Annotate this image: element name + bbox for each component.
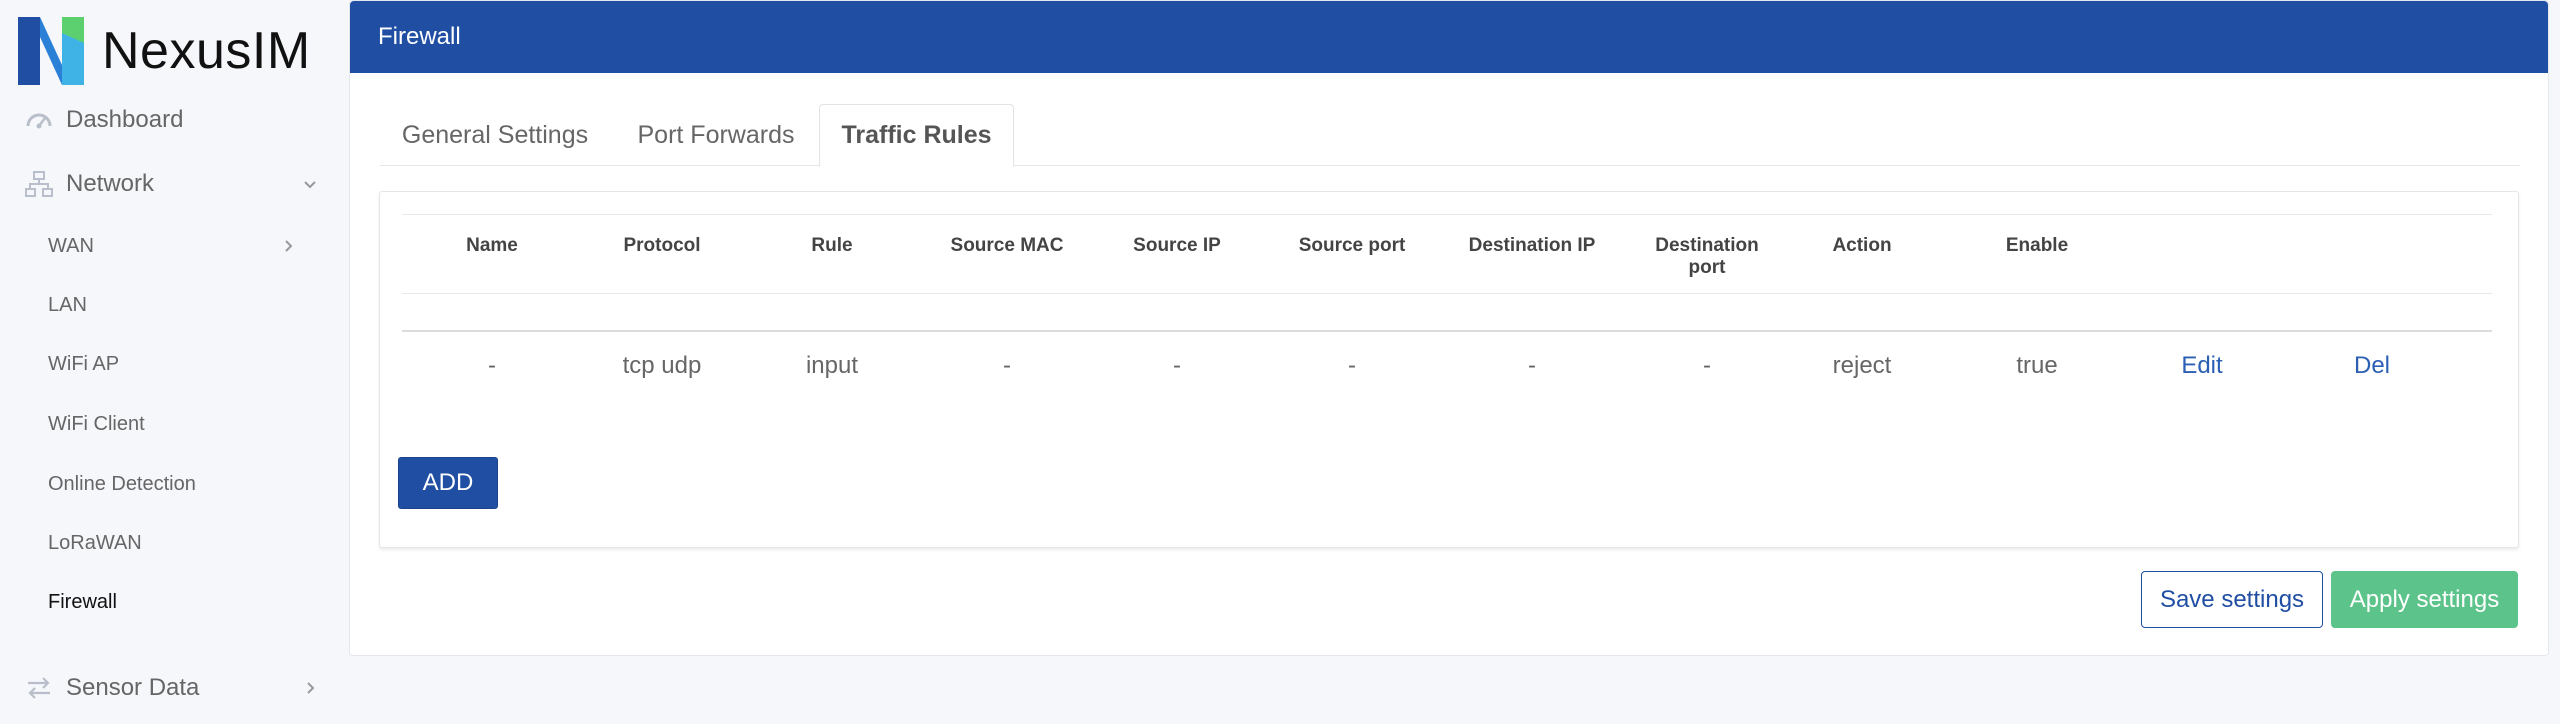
sidebar: NexusIM Dashboard Network WAN LAN WiFi A…: [0, 0, 350, 724]
chevron-right-icon: [300, 678, 320, 698]
edit-link[interactable]: Edit: [2152, 332, 2252, 400]
logo-mark-icon: [16, 13, 92, 89]
cell-enable: true: [2016, 352, 2058, 379]
add-rule-button[interactable]: ADD: [398, 457, 498, 509]
cell-destination-port: -: [1703, 352, 1711, 379]
column-header-source-ip: Source IP: [1133, 235, 1221, 256]
brand-logo: NexusIM: [16, 12, 311, 90]
sidebar-item-label: WiFi AP: [48, 352, 120, 375]
column-header-source-port: Source port: [1298, 235, 1406, 256]
sidebar-item-firewall[interactable]: Firewall: [0, 574, 350, 630]
sidebar-item-online-detection[interactable]: Online Detection: [0, 456, 350, 512]
network-icon: [24, 169, 54, 199]
sidebar-item-label: Dashboard: [66, 106, 184, 133]
sidebar-item-label: WAN: [48, 234, 94, 257]
table-header: Name Protocol Rule Source MAC Source IP …: [402, 214, 2492, 294]
sidebar-item-label: WiFi Client: [48, 412, 145, 435]
sidebar-item-network[interactable]: Network: [0, 154, 350, 214]
page-title: Firewall: [350, 1, 2548, 73]
table-row: - tcp udp input - - - - - reject true Ed…: [402, 330, 2492, 398]
column-header-protocol: Protocol: [623, 235, 701, 256]
sidebar-item-label: Sensor Data: [66, 674, 200, 701]
sidebar-item-sensor-data[interactable]: Sensor Data: [0, 658, 350, 718]
column-header-name: Name: [466, 235, 518, 256]
transfer-icon: [24, 673, 54, 703]
save-settings-button[interactable]: Save settings: [2141, 571, 2323, 628]
tab-general-settings[interactable]: General Settings: [380, 104, 610, 167]
cell-name: -: [488, 352, 496, 379]
sidebar-item-label: Firewall: [48, 590, 117, 613]
cell-source-mac: -: [1003, 352, 1011, 379]
sidebar-item-lan[interactable]: LAN: [0, 277, 350, 333]
tab-port-forwards[interactable]: Port Forwards: [616, 104, 816, 167]
sidebar-item-label: Online Detection: [48, 472, 196, 495]
sidebar-item-label: LoRaWAN: [48, 531, 142, 554]
column-header-destination-ip: Destination IP: [1468, 235, 1596, 256]
column-header-enable: Enable: [2005, 235, 2069, 256]
firewall-card: Firewall General Settings Port Forwards …: [349, 0, 2549, 656]
column-header-source-mac: Source MAC: [950, 235, 1064, 256]
sidebar-item-wifi-ap[interactable]: WiFi AP: [0, 336, 350, 392]
sidebar-item-label: Network: [66, 170, 155, 197]
column-header-rule: Rule: [811, 235, 853, 256]
chevron-down-icon: [300, 174, 320, 194]
sidebar-item-dashboard[interactable]: Dashboard: [0, 90, 350, 150]
sidebar-item-label: LAN: [48, 293, 87, 316]
delete-link[interactable]: Del: [2322, 332, 2422, 400]
cell-protocol: tcp udp: [622, 352, 702, 379]
cell-source-ip: -: [1173, 352, 1181, 379]
sidebar-item-lorawan[interactable]: LoRaWAN: [0, 515, 350, 571]
sidebar-item-wifi-client[interactable]: WiFi Client: [0, 396, 350, 452]
cell-rule: input: [805, 352, 859, 379]
column-header-destination-port: Destination port: [1655, 235, 1759, 278]
sidebar-item-wan[interactable]: WAN: [0, 218, 350, 274]
apply-settings-button[interactable]: Apply settings: [2331, 571, 2518, 628]
brand-name: NexusIM: [102, 22, 311, 80]
cell-action: reject: [1832, 352, 1892, 379]
cell-source-port: -: [1348, 352, 1356, 379]
tab-traffic-rules[interactable]: Traffic Rules: [819, 104, 1014, 167]
column-header-action: Action: [1832, 235, 1892, 256]
tab-bar: General Settings Port Forwards Traffic R…: [380, 104, 2520, 167]
cell-destination-ip: -: [1528, 352, 1536, 379]
dashboard-icon: [24, 105, 54, 135]
traffic-rules-panel: Name Protocol Rule Source MAC Source IP …: [379, 191, 2519, 548]
chevron-right-icon: [280, 238, 296, 254]
